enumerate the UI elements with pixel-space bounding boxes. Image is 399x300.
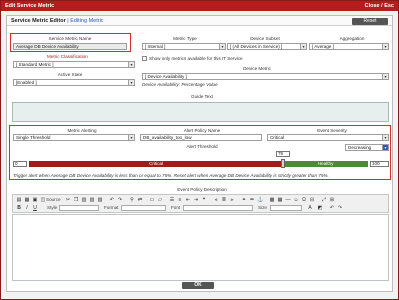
image-icon[interactable]: ▩ — [269, 197, 275, 203]
reset-button[interactable]: Reset — [352, 17, 388, 25]
special-char-icon[interactable]: Ω — [301, 197, 307, 203]
editor-title: Service Metric Editor | Editing Metric — [11, 18, 104, 24]
chevron-down-icon: ▾ — [128, 80, 134, 85]
paste-text-icon[interactable]: ▧ — [89, 197, 95, 203]
align-center-icon[interactable]: ≣ — [221, 197, 227, 203]
table-icon[interactable]: ▦ — [277, 197, 283, 203]
active-state-label: Active State — [57, 72, 83, 77]
source-button-label[interactable]: Source — [46, 197, 61, 203]
remove-format-icon[interactable]: ▱ — [157, 197, 163, 203]
chevron-down-icon: ▾ — [382, 74, 388, 79]
device-subset-select[interactable]: [ (All Devices in Service) ] ▾ — [227, 43, 307, 50]
anchor-icon[interactable]: ⚓ — [257, 197, 263, 203]
edit-service-metric-window: Edit Service Metric Close / Esc Service … — [0, 0, 399, 300]
bold-icon[interactable]: B — [16, 205, 22, 211]
font-label: Font — [171, 205, 181, 210]
active-state-select[interactable]: [Enabled ] ▾ — [13, 79, 135, 86]
event-policy-label: Event Policy Description — [177, 187, 227, 192]
align-right-icon[interactable]: ⫸ — [229, 197, 235, 203]
replace-icon[interactable]: ⇄ — [137, 197, 143, 203]
align-left-icon[interactable]: ⫷ — [213, 197, 219, 203]
device-metric-label: Device Metric — [243, 66, 271, 71]
service-metric-name-highlight — [10, 33, 131, 52]
show-blocks-icon[interactable]: ⊞ — [329, 197, 335, 203]
redo-icon[interactable]: ↷ — [117, 197, 123, 203]
select-all-icon[interactable]: ▭ — [149, 197, 155, 203]
size-select[interactable] — [270, 205, 302, 211]
window-title: Edit Service Metric — [5, 3, 55, 9]
metric-classification-select[interactable]: [ Standard Metric ] ▾ — [13, 61, 135, 68]
horizontal-rule-icon[interactable]: ― — [285, 197, 291, 203]
copy-icon[interactable]: ❐ — [73, 197, 79, 203]
cut-icon[interactable]: ✂ — [65, 197, 71, 203]
style-select[interactable] — [59, 205, 99, 211]
chevron-down-icon: ▾ — [382, 44, 388, 49]
chevron-down-icon: ▾ — [219, 44, 225, 49]
window-titlebar: Edit Service Metric Close / Esc — [1, 1, 398, 11]
chevron-down-icon: ▾ — [128, 62, 134, 67]
preview-icon[interactable]: ▦ — [24, 197, 30, 203]
bullet-list-icon[interactable]: ☰ — [169, 197, 175, 203]
ok-button[interactable]: OK — [182, 282, 214, 289]
close-button[interactable]: Close / Esc — [365, 3, 394, 9]
toolbar-redo-icon[interactable]: ↷ — [337, 205, 343, 211]
editor-subtitle: Editing Metric — [70, 18, 104, 24]
link-icon[interactable]: ⚭ — [241, 197, 247, 203]
background-color-icon[interactable]: ◩ — [317, 205, 323, 211]
numbered-list-icon[interactable]: ≡ — [177, 197, 183, 203]
unlink-icon[interactable]: ⚮ — [249, 197, 255, 203]
alerting-section-highlight — [9, 125, 391, 180]
page-break-icon[interactable]: ⊟ — [309, 197, 315, 203]
aggregation-label: Aggregation — [339, 36, 365, 41]
event-policy-editor-area[interactable] — [12, 214, 389, 281]
smiley-icon[interactable]: ☺ — [293, 197, 299, 203]
device-subset-label: Device Subset — [250, 36, 280, 41]
size-label: Size — [258, 205, 267, 210]
metric-type-label: Metric Type — [173, 36, 197, 41]
editor-header: Service Metric Editor | Editing Metric R… — [7, 16, 392, 26]
undo-icon[interactable]: ↶ — [109, 197, 115, 203]
indent-icon[interactable]: ⇥ — [193, 197, 199, 203]
guide-text-area[interactable] — [12, 102, 389, 122]
underline-icon[interactable]: U — [32, 205, 38, 211]
text-color-icon[interactable]: A — [307, 205, 313, 211]
template-icon[interactable]: ▣ — [32, 197, 38, 203]
find-icon[interactable]: ⚲ — [129, 197, 135, 203]
guide-text-label: Guide Text — [191, 94, 213, 99]
blockquote-icon[interactable]: ❝ — [201, 197, 207, 203]
show-only-label: Show only metrics available for this IT … — [149, 56, 243, 61]
new-page-icon[interactable]: ▤ — [16, 197, 22, 203]
show-only-checkbox[interactable] — [142, 56, 147, 61]
italic-icon[interactable]: I — [24, 205, 30, 211]
style-label: Style — [47, 205, 58, 210]
metric-classification-label: Metric Classification — [47, 54, 88, 59]
outdent-icon[interactable]: ⇤ — [185, 197, 191, 203]
chevron-down-icon: ▾ — [300, 44, 306, 49]
format-label: Format — [104, 205, 119, 210]
aggregation-select[interactable]: [ Average ] ▾ — [309, 43, 389, 50]
toolbar-undo-icon[interactable]: ↶ — [329, 205, 335, 211]
service-metric-editor-panel: Service Metric Editor | Editing Metric R… — [6, 15, 393, 292]
format-select[interactable] — [121, 205, 166, 211]
device-metric-note: Device Availability: Percentage Value — [142, 82, 218, 87]
paste-word-icon[interactable]: ▨ — [97, 197, 103, 203]
paste-icon[interactable]: ▥ — [81, 197, 87, 203]
device-metric-select[interactable]: [ Device Availability ] ▾ — [142, 73, 389, 80]
metric-type-select[interactable]: [ Internal ] ▾ — [142, 43, 226, 50]
rich-text-toolbar: ▤ ▦ ▣ ◫ Source ✂ ❐ ▥ ▧ ▨ ↶ ↷ ⚲ ⇄ ▭ ▱ ☰ ≡… — [12, 194, 389, 213]
maximize-icon[interactable]: ⤢ — [321, 197, 327, 203]
font-select[interactable] — [183, 205, 253, 211]
